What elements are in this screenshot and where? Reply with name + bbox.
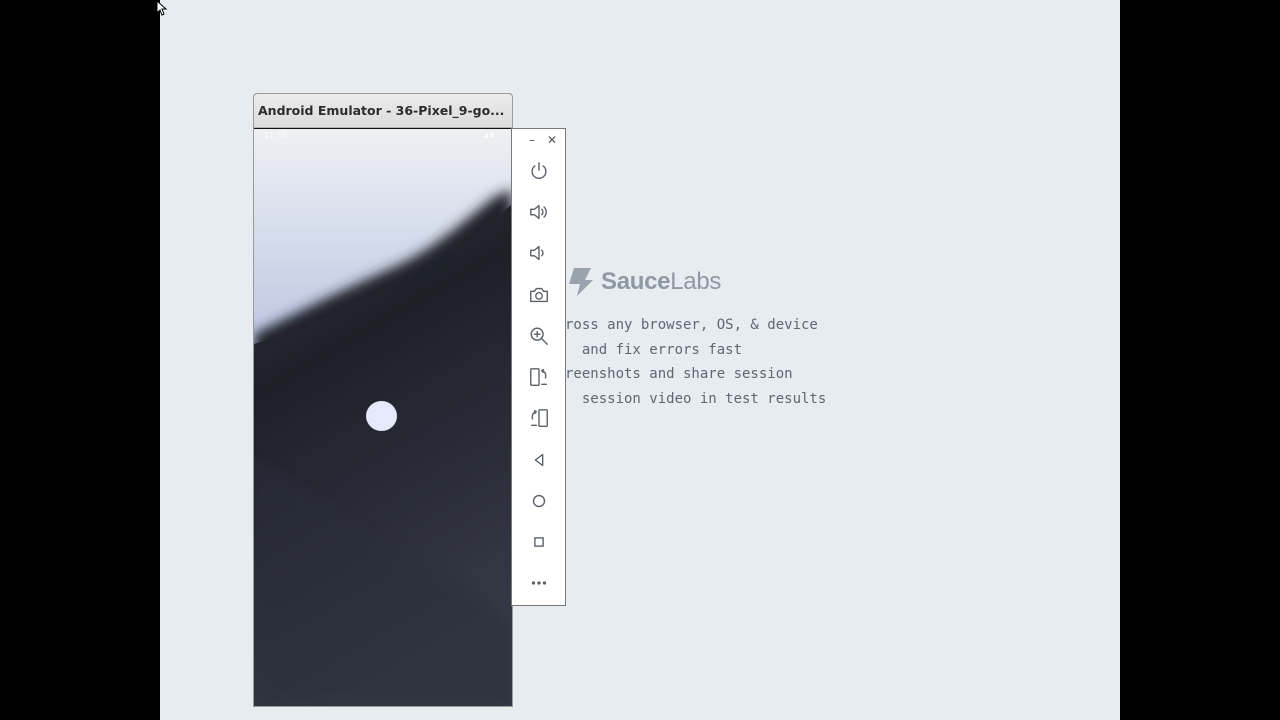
- status-time: 11:55: [264, 131, 288, 140]
- saucelabs-bolt-icon: [569, 268, 593, 296]
- overview-icon: [534, 537, 544, 547]
- saucelabs-logo: SauceLabs: [565, 264, 721, 300]
- rotate-left-icon: [530, 368, 548, 386]
- rotate-right-icon: [530, 409, 548, 427]
- close-button[interactable]: ✕: [547, 133, 557, 147]
- rotate-left-button[interactable]: [525, 363, 553, 391]
- zoom-button[interactable]: [525, 322, 553, 350]
- touch-indicator: [366, 401, 397, 431]
- rotate-right-button[interactable]: [525, 404, 553, 432]
- minimize-button[interactable]: –: [529, 133, 535, 147]
- back-button[interactable]: [525, 446, 553, 474]
- zoom-icon: [530, 327, 548, 345]
- saucelabs-wordmark: SauceLabs: [601, 268, 722, 295]
- feature-item: ross any browser, OS, & device: [565, 317, 818, 333]
- feature-item: session video in test results: [565, 390, 827, 407]
- device-screen[interactable]: 11:55 ◢ ▮: [254, 129, 512, 706]
- volume-up-button[interactable]: [525, 198, 553, 226]
- feature-list: ross any browser, OS, & device and fix e…: [565, 313, 826, 411]
- emulator-title[interactable]: Android Emulator - 36-Pixel_9-go...: [254, 94, 512, 128]
- overview-button[interactable]: [525, 528, 553, 556]
- power-icon: [531, 162, 547, 180]
- power-button[interactable]: [525, 157, 553, 185]
- emulator-window[interactable]: Android Emulator - 36-Pixel_9-go... 11:5…: [253, 93, 513, 707]
- mouse-cursor-icon: [156, 0, 168, 16]
- feature-item: reenshots and share session: [565, 366, 793, 382]
- home-button[interactable]: [525, 487, 553, 515]
- status-bar: 11:55 ◢ ▮: [264, 131, 504, 143]
- volume-up-icon: [530, 204, 547, 220]
- more-icon: [531, 581, 547, 585]
- back-icon: [534, 453, 544, 467]
- signal-battery-icon: ◢ ▮: [482, 131, 494, 139]
- volume-down-icon: [530, 245, 544, 261]
- home-icon: [532, 494, 546, 508]
- camera-icon: [530, 287, 548, 303]
- more-button[interactable]: [525, 569, 553, 597]
- screenshot-button[interactable]: [525, 281, 553, 309]
- volume-down-button[interactable]: [525, 239, 553, 267]
- emulator-side-toolbar: – ✕: [511, 128, 566, 606]
- feature-item: and fix errors fast: [565, 341, 743, 358]
